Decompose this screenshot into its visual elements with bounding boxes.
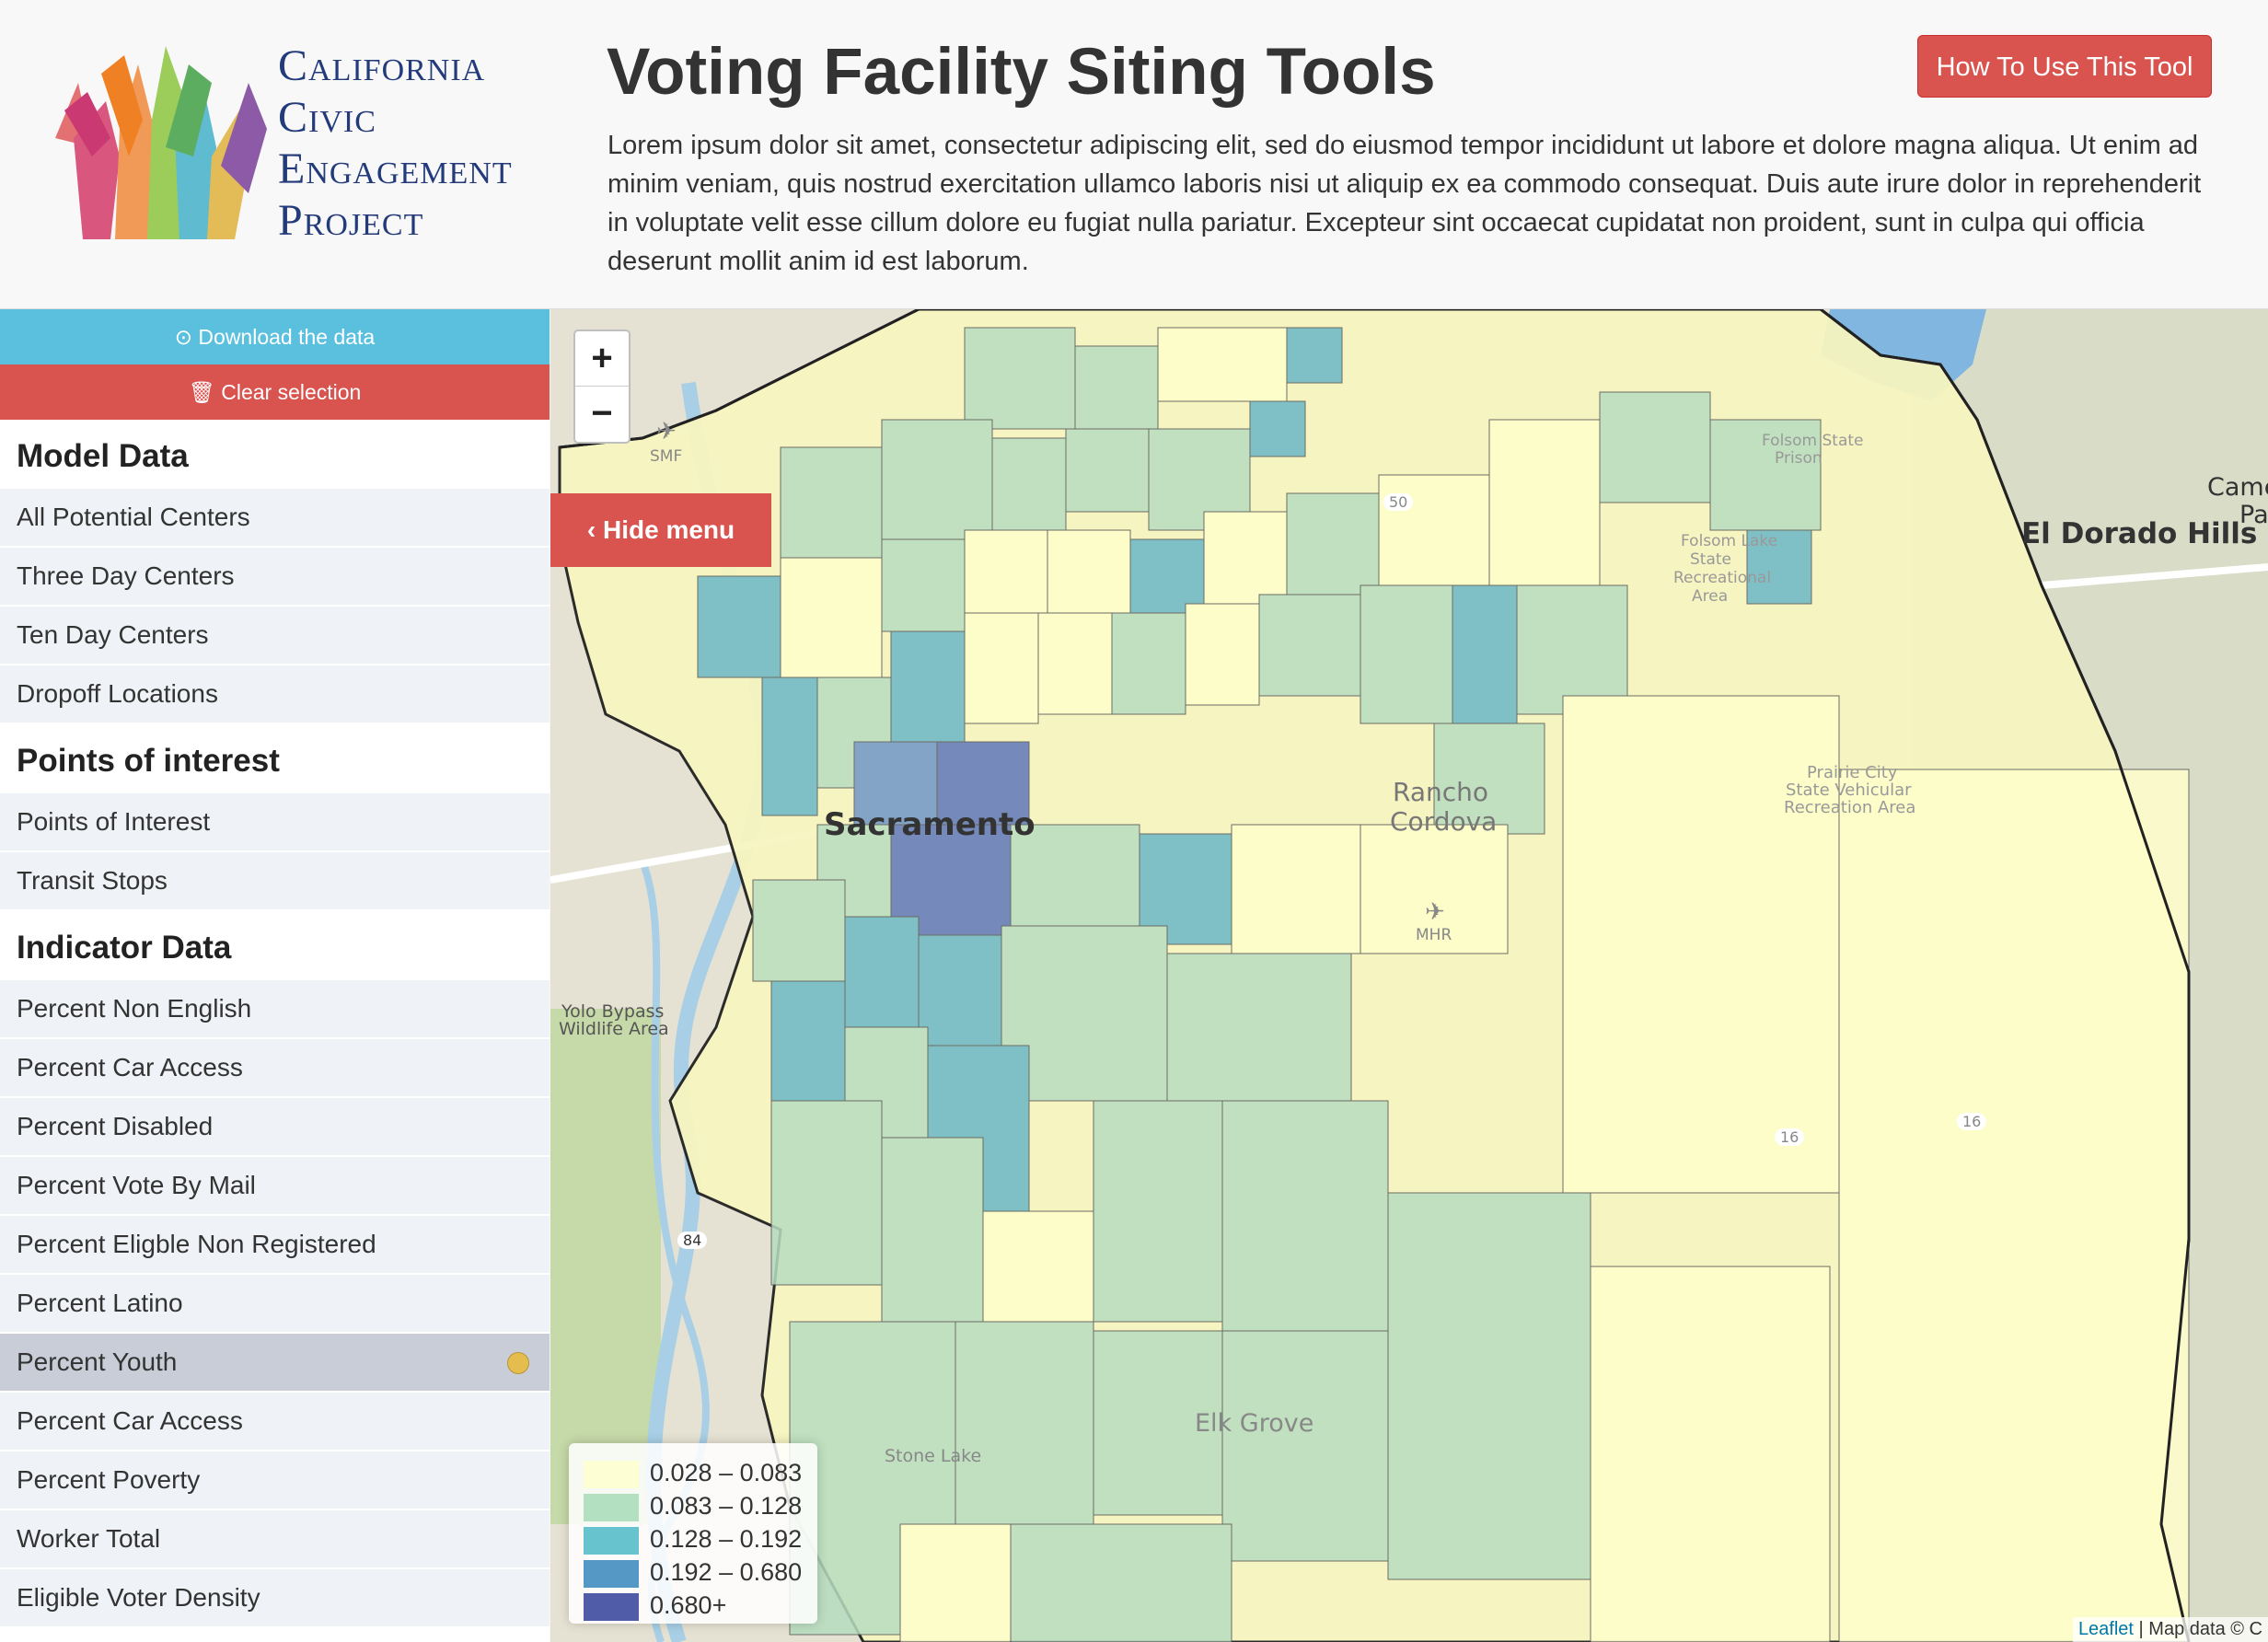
layer-ten-day-centers[interactable]: Ten Day Centers <box>0 607 550 664</box>
layer-three-day-centers[interactable]: Three Day Centers <box>0 548 550 605</box>
section-title-model-data: Model Data <box>0 420 550 489</box>
label-folsom-lake: Folsom Lake <box>1681 532 1778 550</box>
legend-row: 0.028 – 0.083 <box>584 1456 803 1489</box>
layer-worker-total[interactable]: Worker Total <box>0 1510 550 1567</box>
map-attribution: Leaflet | Map data © C <box>2072 1617 2268 1642</box>
airport-icon-smf: ✈ <box>656 418 677 445</box>
zoom-out-button[interactable]: − <box>575 387 629 441</box>
clear-selection-button[interactable]: 🗑 Clear selection <box>0 364 550 420</box>
download-data-button[interactable]: ⊙ Download the data <box>0 309 550 364</box>
hide-menu-button[interactable]: ‹ Hide menu <box>550 493 771 567</box>
airport-icon-mhr: ✈ <box>1425 898 1445 926</box>
chevron-left-icon: ‹ <box>586 515 603 544</box>
layer-percent-non-english[interactable]: Percent Non English <box>0 980 550 1037</box>
zoom-control: + − <box>573 330 631 444</box>
leaflet-link[interactable]: Leaflet <box>2078 1619 2134 1639</box>
logo-line-3: Engagement <box>278 145 513 193</box>
legend-swatch <box>584 1592 639 1621</box>
active-layer-indicator-icon <box>507 1352 529 1374</box>
legend-label: 0.128 – 0.192 <box>650 1525 803 1553</box>
sidebar: ⊙ Download the data 🗑 Clear selection Mo… <box>0 309 550 1642</box>
label-folsom-lake-2: State <box>1690 550 1731 569</box>
label-mhr-airport: MHR <box>1416 926 1452 944</box>
layer-percent-disabled[interactable]: Percent Disabled <box>0 1098 550 1155</box>
label-folsom-prison-2: Prison <box>1775 449 1822 468</box>
legend-swatch <box>584 1559 639 1588</box>
legend-row: 0.680+ <box>584 1589 803 1622</box>
layer-dropoff-locations[interactable]: Dropoff Locations <box>0 665 550 723</box>
legend-swatch <box>584 1460 639 1488</box>
header: California Civic Engagement Project Voti… <box>0 0 2268 309</box>
download-label: Download the data <box>198 325 376 349</box>
section-title-points-of-interest: Points of interest <box>0 724 550 793</box>
layer-percent-youth[interactable]: Percent Youth <box>0 1334 550 1391</box>
label-prairie-city-3: Recreation Area <box>1784 798 1916 817</box>
download-icon: ⊙ <box>174 325 199 349</box>
highway-16-shield-b: 16 <box>1957 1113 1987 1130</box>
label-el-dorado-hills: El Dorado Hills <box>2021 517 2258 550</box>
legend-label: 0.192 – 0.680 <box>650 1558 803 1586</box>
highway-16-shield-a: 16 <box>1775 1128 1805 1146</box>
label-yolo-bypass-2: Wildlife Area <box>559 1019 669 1039</box>
highway-84-shield: 84 <box>677 1232 708 1249</box>
zoom-in-button[interactable]: + <box>575 331 629 387</box>
layer-percent-car-access-2[interactable]: Percent Car Access <box>0 1393 550 1450</box>
logo-text: California Civic Engagement Project <box>278 40 513 247</box>
legend: 0.028 – 0.083 0.083 – 0.128 0.128 – 0.19… <box>569 1443 817 1624</box>
label-folsom-lake-4: Area <box>1692 587 1729 606</box>
label-prairie-city: Prairie City <box>1807 763 1898 782</box>
trash-icon: 🗑 <box>188 380 222 404</box>
label-folsom-lake-3: Recreational <box>1673 569 1772 587</box>
label-cameron-park-2: Pa <box>2239 501 2268 529</box>
layer-percent-youth-label: Percent Youth <box>17 1347 178 1376</box>
label-prairie-city-2: State Vehicular <box>1786 781 1912 800</box>
label-smf-airport: SMF <box>650 447 683 466</box>
layer-percent-eligible-non-registered[interactable]: Percent Eligble Non Registered <box>0 1216 550 1273</box>
legend-swatch <box>584 1493 639 1521</box>
legend-label: 0.083 – 0.128 <box>650 1492 803 1520</box>
layer-percent-vote-by-mail[interactable]: Percent Vote By Mail <box>0 1157 550 1214</box>
label-elk-grove: Elk Grove <box>1195 1409 1314 1438</box>
label-rancho-cordova: Rancho <box>1393 777 1489 807</box>
logo-line-1: California <box>278 41 486 90</box>
how-to-use-button[interactable]: How To Use This Tool <box>1917 35 2212 98</box>
legend-swatch <box>584 1526 639 1555</box>
layer-percent-car-access[interactable]: Percent Car Access <box>0 1039 550 1096</box>
label-folsom-prison: Folsom State <box>1762 432 1864 450</box>
raised-hands-logo-icon <box>55 46 267 239</box>
section-title-indicator-data: Indicator Data <box>0 911 550 980</box>
page-title: Voting Facility Siting Tools <box>607 36 1436 109</box>
hide-menu-label: Hide menu <box>602 515 735 544</box>
logo-line-4: Project <box>278 196 424 245</box>
legend-label: 0.028 – 0.083 <box>650 1459 803 1486</box>
legend-row: 0.128 – 0.192 <box>584 1522 803 1555</box>
layer-percent-latino[interactable]: Percent Latino <box>0 1275 550 1332</box>
legend-label: 0.680+ <box>650 1591 727 1619</box>
layer-percent-poverty[interactable]: Percent Poverty <box>0 1451 550 1509</box>
label-sacramento: Sacramento <box>824 806 1036 843</box>
layer-transit-stops[interactable]: Transit Stops <box>0 852 550 909</box>
page-description: Lorem ipsum dolor sit amet, consectetur … <box>608 131 2202 276</box>
label-rancho-cordova-2: Cordova <box>1390 806 1498 837</box>
map[interactable]: Sacramento El Dorado Hills Came Pa Ranch… <box>550 309 2268 1642</box>
attribution-text: | Map data © C <box>2134 1619 2262 1639</box>
layer-eligible-voter-density[interactable]: Eligible Voter Density <box>0 1569 550 1626</box>
layer-all-potential-centers[interactable]: All Potential Centers <box>0 489 550 546</box>
label-stone-lake: Stone Lake <box>885 1446 982 1466</box>
legend-row: 0.192 – 0.680 <box>584 1555 803 1589</box>
logo-line-2: Civic <box>278 93 376 142</box>
label-cameron-park: Came <box>2207 473 2268 502</box>
highway-50-shield: 50 <box>1383 493 1414 511</box>
layer-points-of-interest[interactable]: Points of Interest <box>0 793 550 850</box>
clear-label: Clear selection <box>221 380 362 404</box>
legend-row: 0.083 – 0.128 <box>584 1489 803 1522</box>
